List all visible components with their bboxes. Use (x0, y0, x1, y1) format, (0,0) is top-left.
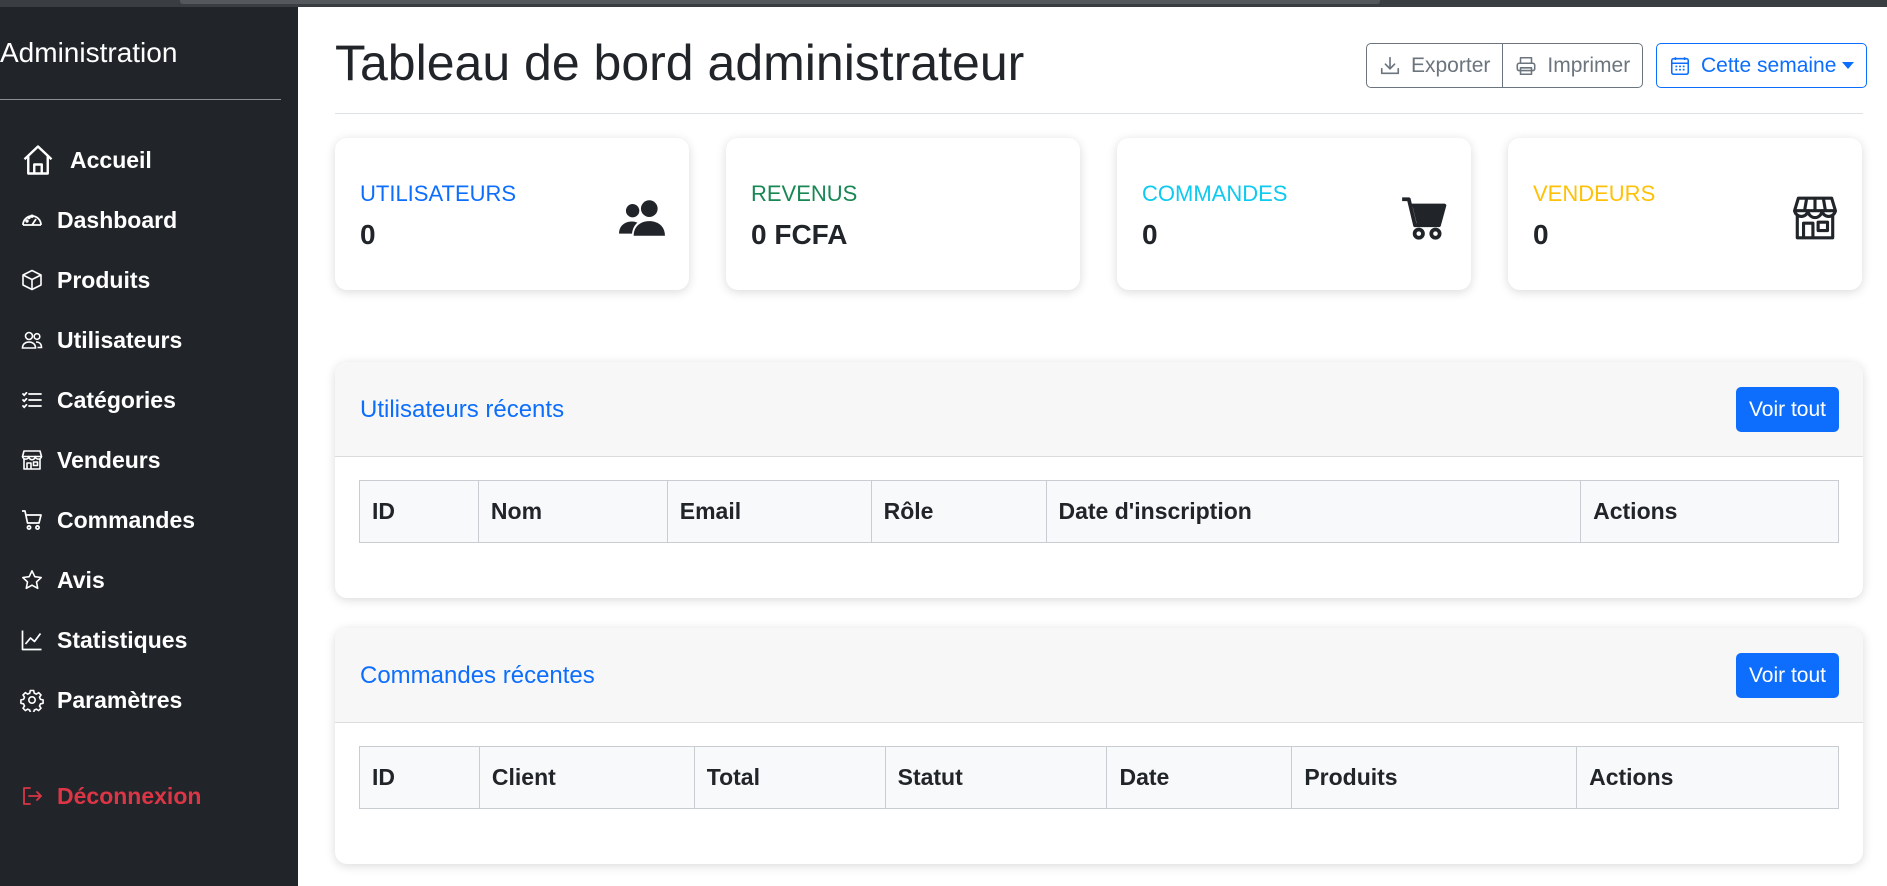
column-header[interactable]: Email (666, 480, 872, 543)
sidebar-item-categories[interactable]: Catégories (20, 380, 176, 420)
print-button[interactable]: Imprimer (1503, 43, 1644, 88)
column-header[interactable]: ID (359, 480, 479, 543)
sidebar-item-logout[interactable]: Déconnexion (20, 776, 201, 816)
recent-orders-table: ID Client Total Statut Date Produits Act… (359, 746, 1839, 809)
sidebar-item-label: Accueil (70, 146, 152, 173)
stat-label: UTILISATEURS (360, 181, 517, 206)
recent-orders-panel: Commandes récentes Voir tout ID Client T… (335, 628, 1863, 864)
period-dropdown[interactable]: Cette semaine (1656, 43, 1868, 88)
sidebar-item-label: Paramètres (57, 686, 183, 713)
recent-users-panel: Utilisateurs récents Voir tout ID Nom Em… (335, 362, 1863, 598)
column-header[interactable]: Date (1106, 746, 1293, 809)
column-header[interactable]: Produits (1291, 746, 1578, 809)
panel-header: Utilisateurs récents Voir tout (335, 362, 1863, 457)
column-header[interactable]: Total (693, 746, 886, 809)
stat-card-revenue: REVENUS 0 FCFA (726, 138, 1080, 290)
view-all-orders-button[interactable]: Voir tout (1735, 653, 1839, 698)
stat-value: 0 (1533, 219, 1549, 250)
sidebar-item-dashboard[interactable]: Dashboard (20, 200, 177, 240)
download-icon (1380, 56, 1400, 74)
calendar-icon (1670, 56, 1690, 75)
column-header[interactable]: Actions (1576, 746, 1839, 809)
stat-card-vendors: VENDEURS 0 (1508, 138, 1862, 290)
logout-icon (20, 784, 44, 808)
column-header[interactable]: Actions (1580, 480, 1839, 543)
house-icon (20, 142, 56, 178)
column-header[interactable]: ID (359, 746, 480, 809)
sidebar-item-label: Catégories (57, 386, 176, 413)
table-header-row: ID Client Total Statut Date Produits Act… (359, 746, 1839, 809)
main-content: Tableau de bord administrateur Exporter … (298, 7, 1887, 886)
view-all-users-button[interactable]: Voir tout (1735, 387, 1839, 432)
gear-icon (20, 688, 44, 712)
sidebar-item-label: Avis (57, 566, 105, 593)
stat-label: COMMANDES (1142, 181, 1288, 206)
cart-fill-icon (1399, 193, 1449, 243)
sidebar-item-label: Dashboard (57, 206, 178, 233)
browser-top-strip (0, 0, 1887, 7)
panel-title: Commandes récentes (360, 662, 595, 689)
sidebar-brand: Administration (0, 37, 178, 68)
printer-icon (1516, 56, 1536, 75)
stat-value: 0 FCFA (751, 219, 848, 250)
star-icon (20, 568, 44, 592)
stat-label: REVENUS (751, 181, 858, 206)
people-icon (20, 328, 44, 352)
speedometer-icon (20, 208, 44, 232)
sidebar-item-accueil[interactable]: Accueil (20, 140, 152, 180)
export-button[interactable]: Exporter (1366, 43, 1504, 88)
box-icon (20, 268, 44, 292)
sidebar-item-parametres[interactable]: Paramètres (20, 680, 182, 720)
stat-value: 0 (360, 219, 376, 250)
sidebar-item-label: Utilisateurs (57, 326, 183, 353)
table-header-row: ID Nom Email Rôle Date d'inscription Act… (359, 480, 1839, 543)
sidebar: Administration Accueil Dashboard Produit… (0, 7, 298, 886)
shop-icon (20, 448, 44, 472)
stat-label: VENDEURS (1533, 181, 1656, 206)
page-title: Tableau de bord administrateur (335, 35, 1025, 91)
sidebar-divider (0, 99, 281, 100)
cart-icon (20, 508, 44, 532)
sidebar-item-label: Statistiques (57, 626, 188, 653)
sidebar-item-utilisateurs[interactable]: Utilisateurs (20, 320, 182, 360)
sidebar-item-produits[interactable]: Produits (20, 260, 150, 300)
sidebar-item-avis[interactable]: Avis (20, 560, 105, 600)
sidebar-item-label: Commandes (57, 506, 196, 533)
graph-icon (20, 628, 44, 652)
sidebar-item-statistiques[interactable]: Statistiques (20, 620, 187, 660)
header-divider (335, 113, 1863, 114)
column-header[interactable]: Statut (884, 746, 1108, 809)
column-header[interactable]: Rôle (870, 480, 1047, 543)
people-fill-icon (617, 193, 667, 243)
sidebar-item-commandes[interactable]: Commandes (20, 500, 195, 540)
sidebar-item-label: Vendeurs (57, 446, 161, 473)
recent-users-table: ID Nom Email Rôle Date d'inscription Act… (359, 480, 1839, 543)
stat-card-orders: COMMANDES 0 (1117, 138, 1471, 290)
column-header[interactable]: Nom (477, 480, 668, 543)
list-icon (20, 388, 44, 412)
sidebar-item-label: Déconnexion (57, 782, 202, 809)
column-header[interactable]: Date d'inscription (1045, 480, 1582, 543)
toolbar-button-group: Exporter Imprimer (1366, 43, 1644, 88)
period-label: Cette semaine (1701, 53, 1837, 77)
stat-card-users: UTILISATEURS 0 (335, 138, 689, 290)
browser-tab-strip (180, 0, 1380, 4)
panel-header: Commandes récentes Voir tout (335, 628, 1863, 723)
sidebar-item-label: Produits (57, 266, 151, 293)
export-label: Exporter (1411, 53, 1491, 77)
shop-icon (1790, 193, 1840, 243)
chevron-down-icon (1842, 62, 1855, 69)
column-header[interactable]: Client (478, 746, 695, 809)
sidebar-item-vendeurs[interactable]: Vendeurs (20, 440, 161, 480)
stat-value: 0 (1142, 219, 1158, 250)
print-label: Imprimer (1547, 53, 1631, 77)
panel-title: Utilisateurs récents (360, 396, 565, 423)
